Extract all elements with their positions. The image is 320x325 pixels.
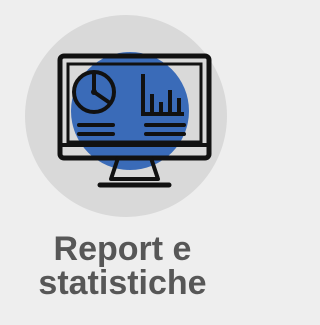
tile-title-line-2: statistiche <box>38 264 207 302</box>
tile-title-line-1: Report e <box>53 230 192 268</box>
monitor-chart-report-icon <box>25 15 227 217</box>
report-icon-area <box>0 0 245 230</box>
report-statistics-tile[interactable]: Report e statistiche <box>0 0 245 325</box>
tile-title: Report e statistiche <box>0 232 245 300</box>
pie-center-dot <box>91 89 97 95</box>
